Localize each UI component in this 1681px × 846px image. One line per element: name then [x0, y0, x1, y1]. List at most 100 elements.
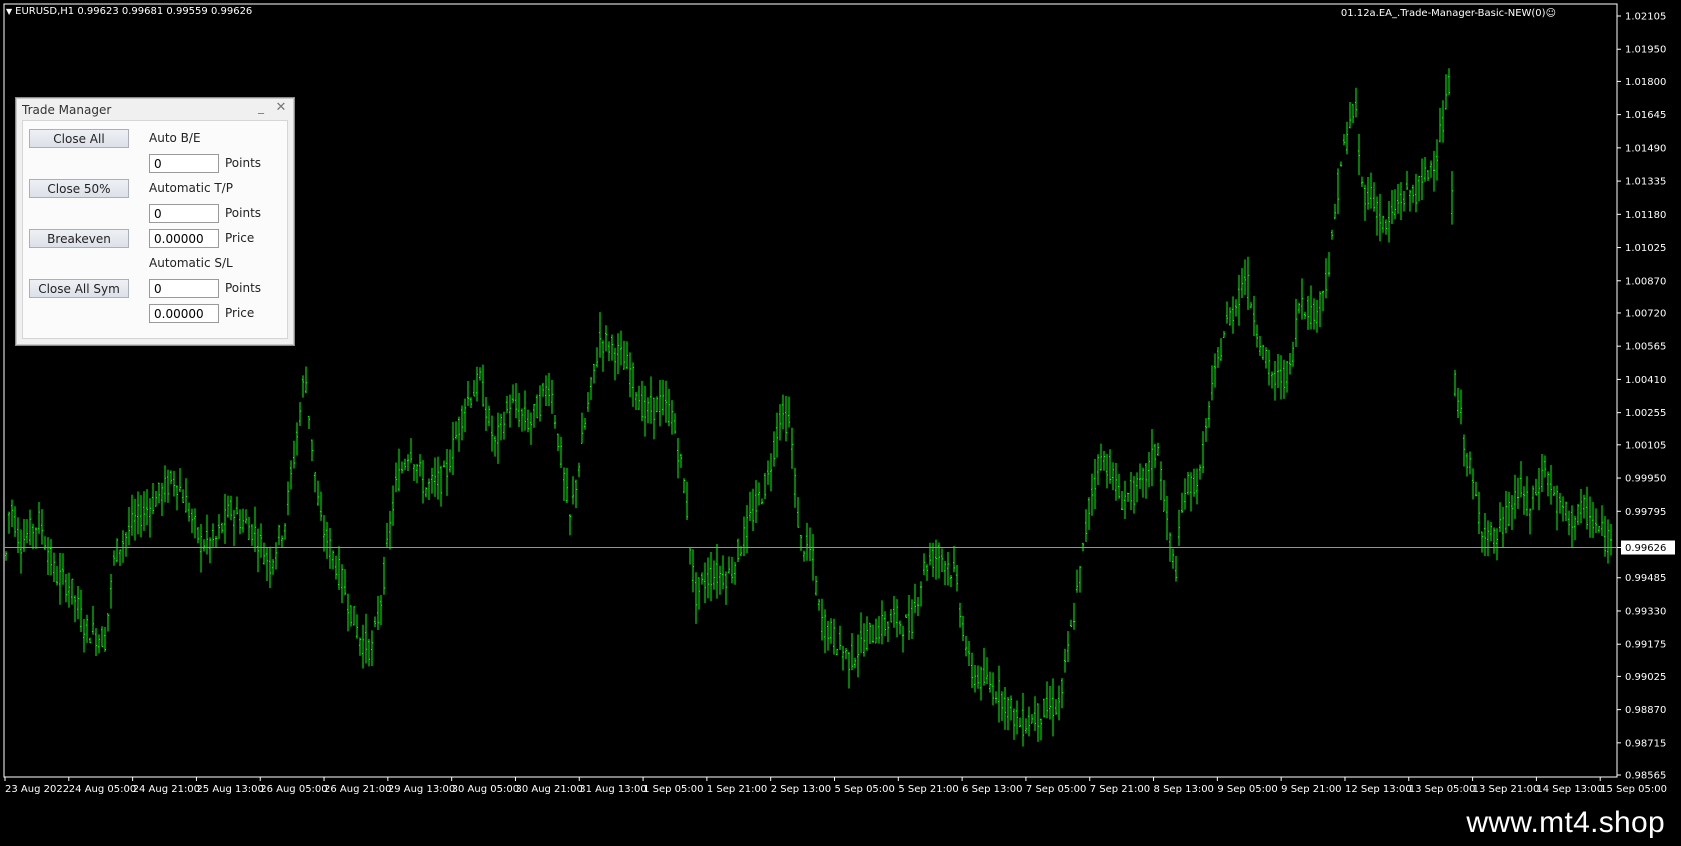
ohlc-bar [1505, 490, 1507, 534]
ohlc-bar [647, 397, 649, 424]
ohlc-bar [1490, 522, 1492, 542]
ohlc-bar [209, 537, 211, 564]
ohlc-bar [749, 491, 751, 521]
ohlc-bar [974, 664, 976, 693]
ohlc-bar [575, 479, 577, 509]
close-50-button[interactable]: Close 50% [29, 179, 129, 198]
ohlc-bar [731, 556, 733, 584]
minimize-icon[interactable]: _ [254, 100, 268, 114]
ohlc-bar [92, 605, 94, 635]
ohlc-bar [1130, 472, 1132, 510]
tp-points-input[interactable] [149, 204, 219, 223]
time-label: 15 Sep 05:00 [1600, 784, 1667, 795]
ohlc-bar [884, 611, 886, 636]
ohlc-bar [1517, 477, 1519, 509]
ohlc-bar [1253, 295, 1255, 337]
ohlc-bar [158, 482, 160, 504]
ohlc-bar [1172, 548, 1174, 569]
be-points-input[interactable] [149, 154, 219, 173]
ohlc-bar [821, 598, 823, 641]
ohlc-bar [539, 385, 541, 422]
ohlc-bar [1385, 219, 1387, 235]
ohlc-bar [737, 538, 739, 562]
ohlc-bar [1007, 697, 1009, 731]
trade-manager-panel[interactable]: Trade Manager _ ✕ Close All Auto B/E Poi… [15, 97, 295, 346]
ohlc-bar [1250, 302, 1252, 309]
ohlc-bar [314, 472, 316, 493]
ohlc-bar [941, 548, 943, 573]
ohlc-bar [734, 562, 736, 585]
panel-body: Close All Auto B/E Points Close 50% Auto… [22, 120, 288, 339]
ohlc-bar [1388, 200, 1390, 243]
ohlc-bar [623, 340, 625, 370]
breakeven-button[interactable]: Breakeven [29, 229, 129, 248]
ohlc-bar [707, 557, 709, 599]
time-label: 5 Sep 21:00 [898, 784, 958, 795]
ohlc-bar [200, 523, 202, 573]
ohlc-bar [1151, 429, 1153, 487]
ohlc-bar [266, 547, 268, 582]
ohlc-bar [452, 421, 454, 476]
ohlc-bar [1214, 353, 1216, 388]
ohlc-bar [347, 593, 349, 632]
ohlc-bar [95, 628, 97, 657]
ohlc-bar [1229, 307, 1231, 326]
ohlc-bar [515, 383, 517, 419]
ohlc-bar [1043, 698, 1045, 718]
ohlc-bar [419, 454, 421, 477]
ohlc-bar [779, 404, 781, 441]
ohlc-bar [686, 481, 688, 521]
ohlc-bar [788, 396, 790, 428]
ohlc-bar [1436, 139, 1438, 181]
ohlc-bar [635, 391, 637, 410]
ohlc-bar [509, 394, 511, 428]
ohlc-bar [1448, 68, 1450, 95]
ohlc-bar [1502, 507, 1504, 547]
ohlc-bar [1565, 501, 1567, 522]
ohlc-bar [671, 400, 673, 435]
ohlc-bar [986, 657, 988, 684]
close-icon[interactable]: ✕ [274, 100, 288, 115]
ohlc-bar [1052, 678, 1054, 737]
ohlc-bar [1238, 274, 1240, 326]
ohlc-bar [1139, 463, 1141, 490]
ohlc-bar [1460, 389, 1462, 425]
ohlc-bar [1118, 474, 1120, 499]
ohlc-bar [929, 542, 931, 566]
dropdown-triangle-icon[interactable]: ▼ [6, 7, 12, 16]
time-label: 2 Sep 13:00 [771, 784, 831, 795]
ohlc-bar [1406, 170, 1408, 191]
ohlc-bar [887, 621, 889, 643]
be-price-input[interactable] [149, 229, 219, 248]
ohlc-bar [611, 334, 613, 361]
ohlc-bar [713, 560, 715, 590]
close-all-button[interactable]: Close All [29, 129, 129, 148]
ohlc-bar [131, 494, 133, 536]
price-label: 1.00565 [1625, 342, 1666, 353]
ohlc-bar [41, 509, 43, 545]
sl-points-input[interactable] [149, 279, 219, 298]
ohlc-bar [914, 583, 916, 614]
ohlc-bar [980, 666, 982, 701]
ohlc-bar [785, 396, 787, 442]
ohlc-bar [500, 413, 502, 441]
ohlc-bar [1499, 502, 1501, 533]
time-label: 1 Sep 21:00 [707, 784, 767, 795]
ohlc-bar [1067, 631, 1069, 663]
ohlc-bar [1316, 300, 1318, 333]
ohlc-bar [179, 468, 181, 493]
ohlc-bar [1469, 451, 1471, 475]
ohlc-bar [128, 506, 130, 546]
ohlc-bar [1445, 74, 1447, 110]
ohlc-bar [680, 453, 682, 468]
ohlc-bar [1208, 401, 1210, 428]
ohlc-bar [488, 405, 490, 426]
price-label: 1.01950 [1625, 45, 1666, 56]
ohlc-bar [845, 648, 847, 660]
ohlc-bar [1184, 478, 1186, 510]
ohlc-bar [1226, 301, 1228, 324]
ohlc-bar [434, 457, 436, 497]
close-all-sym-button[interactable]: Close All Sym [29, 279, 129, 298]
ohlc-bar [194, 508, 196, 539]
sl-price-input[interactable] [149, 304, 219, 323]
